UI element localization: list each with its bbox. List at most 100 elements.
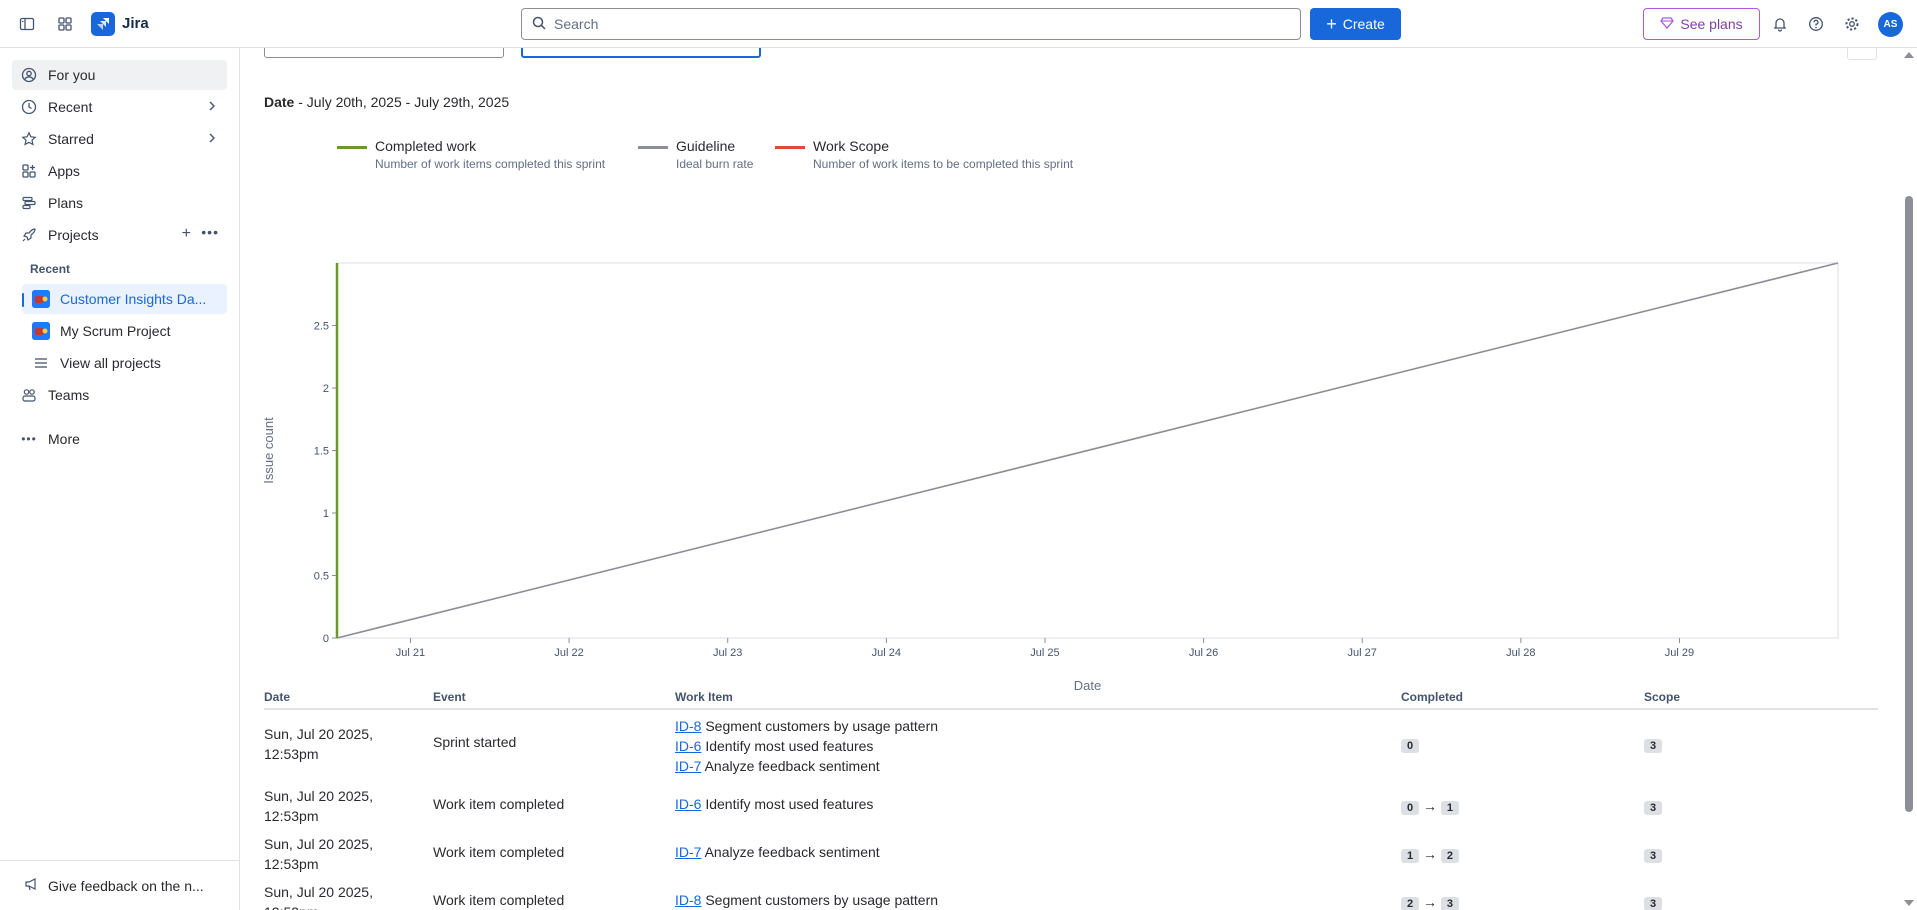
sidebar-toggle-icon[interactable] [15,12,39,36]
row-date: Sun, Jul 20 2025, 12:53pm [264,786,373,826]
project-name: My Scrum Project [60,323,171,339]
x-tick-label: Jul 26 [1189,647,1218,659]
diamond-icon [1660,16,1675,32]
chart-options-button[interactable] [1847,48,1877,60]
arrow-right-icon: → [1419,798,1441,814]
jira-logo-icon[interactable] [91,12,115,36]
notifications-bell-icon[interactable] [1768,12,1792,36]
row-completed: 1 → 2 [1401,846,1460,863]
x-tick-label: Jul 28 [1506,647,1535,659]
project-avatar-icon [32,322,50,340]
scroll-down-arrow-icon[interactable] [1904,900,1914,906]
work-item-link[interactable]: ID-7 [675,844,701,860]
main-scrollbar[interactable] [1901,48,1917,910]
scope-badge: 3 [1644,801,1663,815]
row-completed: 0 → 1 [1401,798,1460,815]
board-select-dropdown[interactable] [264,48,504,58]
give-feedback-button[interactable]: Give feedback on the n... [0,860,240,910]
row-event: Work item completed [433,796,565,812]
feedback-label: Give feedback on the n... [48,877,204,894]
work-item-link[interactable]: ID-6 [675,738,701,754]
legend-completed-work[interactable]: Completed work Number of work items comp… [337,138,605,171]
scrollbar-thumb[interactable] [1905,196,1913,812]
x-tick-label: Jul 27 [1348,647,1377,659]
x-tick-label: Jul 23 [713,647,742,659]
row-event: Work item completed [433,844,565,860]
legend-title: Work Scope [813,138,889,154]
work-item-link[interactable]: ID-7 [675,758,701,774]
row-event: Work item completed [433,892,565,908]
chevron-right-icon[interactable] [205,131,219,148]
search-input[interactable] [554,16,1254,32]
row-date-line1: Sun, Jul 20 2025, [264,884,373,900]
completed-to-badge: 2 [1440,849,1460,863]
legend-swatch-red [775,146,805,149]
sidebar-item-label: More [48,431,80,447]
row-scope: 3 [1644,846,1663,863]
sidebar-item-starred[interactable]: Starred [12,124,227,154]
arrow-right-icon: → [1419,846,1441,862]
row-scope: 3 [1644,736,1663,753]
row-date-line1: Sun, Jul 20 2025, [264,788,373,804]
sidebar: For you Recent Starred Apps Plans Projec… [0,48,240,910]
sidebar-item-recent[interactable]: Recent [12,92,227,122]
sidebar-item-apps[interactable]: Apps [12,156,227,186]
y-tick-label: 2 [323,383,329,395]
arrow-right-icon: → [1419,894,1441,910]
row-date-line2: 12:53pm [264,746,319,762]
user-avatar[interactable]: AS [1878,12,1903,37]
chevron-right-icon[interactable] [205,99,219,116]
x-tick-label: Jul 25 [1030,647,1059,659]
more-options-icon[interactable]: ••• [201,224,219,240]
create-button[interactable]: + Create [1310,8,1401,40]
scroll-up-arrow-icon[interactable] [1904,52,1914,58]
scope-badge: 3 [1644,897,1663,910]
row-scope: 3 [1644,798,1663,815]
sidebar-project-customer-insights[interactable]: Customer Insights Da... [22,284,227,314]
rocket-icon [20,226,38,244]
sidebar-item-for-you[interactable]: For you [12,60,227,90]
x-tick-label: Jul 22 [554,647,583,659]
work-item-summary: Identify most used features [705,738,874,754]
row-date-line2: 12:53pm [264,856,319,872]
sidebar-item-plans[interactable]: Plans [12,188,227,218]
app-name[interactable]: Jira [122,15,149,32]
table-row: Sun, Jul 20 2025, 12:53pm Work item comp… [264,880,1878,910]
sprint-select-dropdown[interactable] [521,48,761,58]
completed-to-badge: 3 [1440,897,1460,910]
row-scope: 3 [1644,894,1663,910]
completed-badge: 0 [1401,739,1420,753]
work-item-summary: Segment customers by usage pattern [705,892,939,908]
legend-guideline[interactable]: Guideline Ideal burn rate [638,138,753,171]
legend-swatch-green [337,146,367,149]
sidebar-view-all-projects[interactable]: View all projects [22,348,227,378]
sidebar-item-label: Recent [48,99,93,115]
work-item-link[interactable]: ID-6 [675,796,701,812]
legend-work-scope[interactable]: Work Scope Number of work items to be co… [775,138,1073,171]
row-date-line2: 12:53pm [264,808,319,824]
y-tick-label: 2.5 [314,321,329,333]
sidebar-item-more[interactable]: ••• More [12,424,227,454]
create-button-label: Create [1342,16,1385,32]
more-dots-icon: ••• [21,432,37,446]
search-box[interactable] [521,8,1301,40]
sidebar-project-my-scrum[interactable]: My Scrum Project [22,316,227,346]
y-tick-label: 1 [323,508,329,520]
sidebar-item-teams[interactable]: Teams [12,380,227,410]
row-event: Sprint started [433,734,517,750]
date-range-value: - July 20th, 2025 - July 29th, 2025 [294,94,510,110]
sidebar-item-label: Apps [48,163,80,179]
header-scope: Scope [1644,690,1681,704]
app-switcher-icon[interactable] [53,12,77,36]
work-item-summary: Analyze feedback sentiment [704,844,880,860]
work-item-link[interactable]: ID-8 [675,718,701,734]
sidebar-item-projects[interactable]: Projects + ••• [12,220,227,250]
add-project-icon[interactable]: + [182,225,191,243]
help-icon[interactable] [1804,12,1828,36]
see-plans-button[interactable]: See plans [1643,8,1760,40]
legend-swatch-gray [638,146,668,149]
settings-gear-icon[interactable] [1840,12,1864,36]
work-item-link[interactable]: ID-8 [675,892,701,908]
star-icon [20,130,38,148]
y-tick-label: 0.5 [314,571,329,583]
